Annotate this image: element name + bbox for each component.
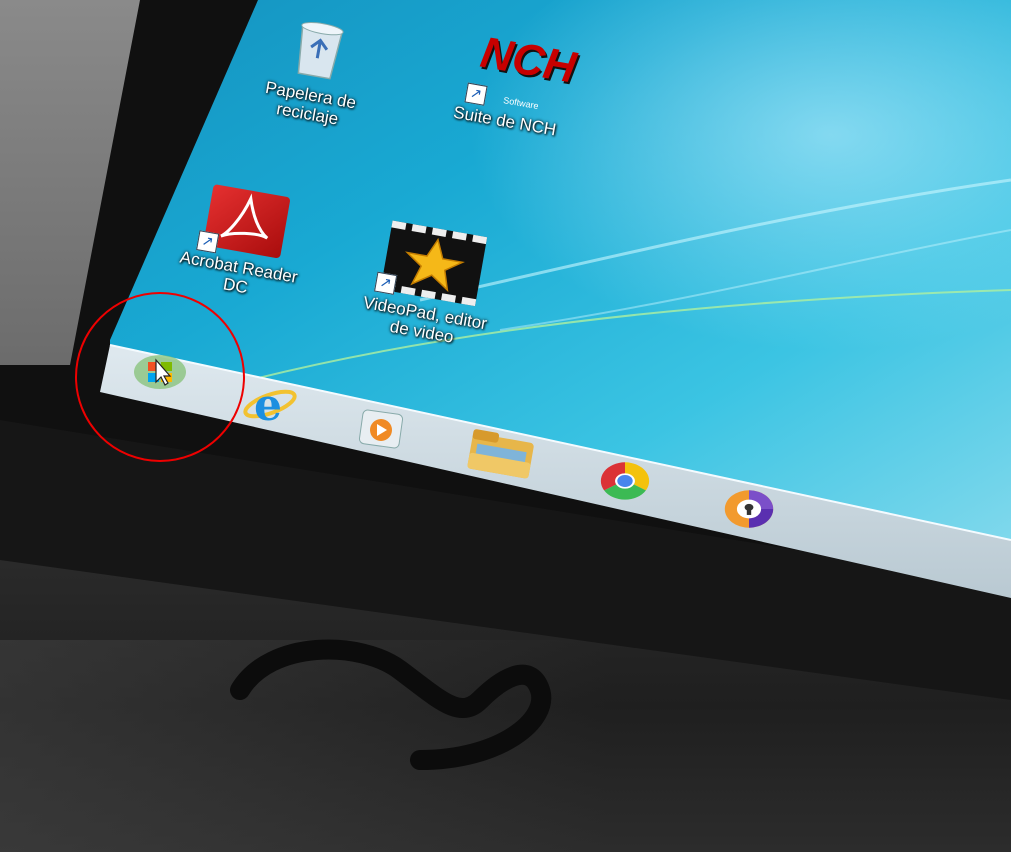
- chrome-icon: [600, 462, 650, 500]
- taskbar-item-chrome[interactable]: [590, 455, 660, 507]
- monitor-cable: [230, 639, 552, 770]
- taskbar-item-browser[interactable]: [712, 482, 786, 536]
- svg-text:e: e: [254, 380, 282, 428]
- browser-shield-icon: [724, 490, 774, 528]
- taskbar-item-ie[interactable]: e: [238, 378, 302, 431]
- shortcut-arrow-icon: ↗: [464, 82, 488, 106]
- desktop-icon-recycle-bin[interactable]: Papelera de reciclaje: [247, 8, 384, 133]
- shortcut-arrow-icon: ↗: [196, 230, 220, 254]
- nch-suite-icon: NCH Software ↗: [464, 28, 580, 113]
- taskbar-item-media[interactable]: [355, 408, 409, 452]
- file-explorer-icon: [467, 429, 534, 479]
- highlight-circle: [75, 292, 245, 462]
- recycle-bin-icon: [297, 22, 344, 80]
- nch-logo-text: NCH: [477, 27, 580, 93]
- acrobat-reader-icon: ↗: [196, 184, 291, 259]
- taskbar-item-explorer[interactable]: [462, 428, 542, 480]
- internet-explorer-icon: e: [243, 380, 297, 431]
- media-player-icon: [358, 409, 404, 449]
- shortcut-arrow-icon: ↗: [374, 271, 398, 295]
